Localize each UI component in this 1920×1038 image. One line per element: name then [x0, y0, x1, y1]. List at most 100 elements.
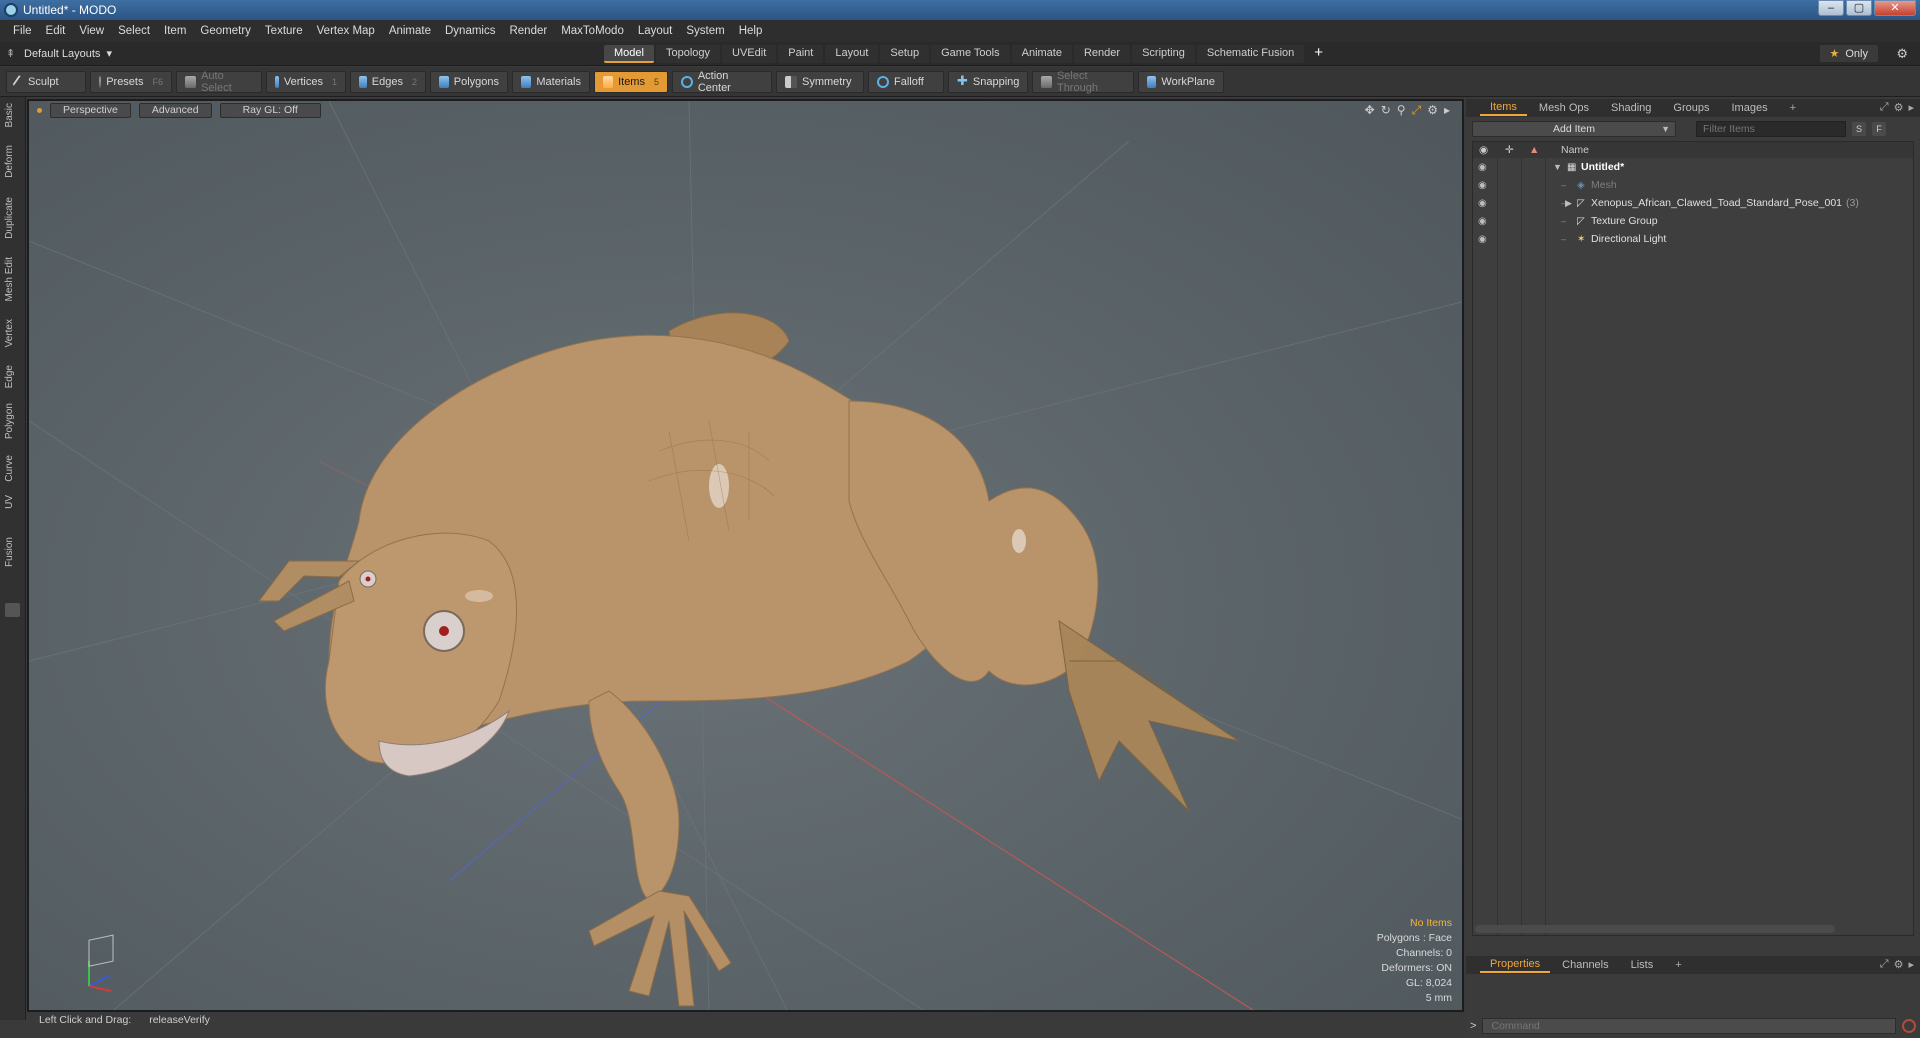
visibility-header-icon[interactable]: ◉: [1479, 144, 1488, 156]
tree-row-mesh[interactable]: ◉ – ◈ Mesh: [1473, 176, 1913, 194]
menu-file[interactable]: File: [6, 25, 39, 37]
tab-setup[interactable]: Setup: [880, 45, 930, 63]
tree-row-directional-light[interactable]: ◉ – ✶ Directional Light: [1473, 230, 1913, 248]
menu-layout[interactable]: Layout: [631, 25, 680, 37]
workplane-button[interactable]: WorkPlane: [1138, 70, 1224, 93]
palette-tab-deform[interactable]: Deform: [4, 145, 15, 178]
viewport-scene[interactable]: [29, 101, 1464, 1012]
palette-tab-edge[interactable]: Edge: [4, 365, 15, 388]
tab-channels[interactable]: Channels: [1552, 958, 1618, 972]
palette-tab-mesh-edit[interactable]: Mesh Edit: [4, 257, 15, 301]
tab-properties[interactable]: Properties: [1480, 957, 1551, 973]
3d-viewport[interactable]: Perspective Advanced Ray GL: Off ✥ ↻ ⚲ ⤢…: [27, 99, 1464, 1012]
palette-tab-polygon[interactable]: Polygon: [4, 403, 15, 439]
auto-select-button[interactable]: Auto Select: [176, 70, 262, 94]
raygl-button[interactable]: Ray GL: Off: [219, 102, 321, 118]
expand-arrow-icon[interactable]: ▶: [1565, 198, 1572, 209]
tree-row-texture-group[interactable]: ◉ – ◸ Texture Group: [1473, 212, 1913, 230]
tab-images[interactable]: Images: [1722, 101, 1778, 115]
gear-icon[interactable]: ⚙: [1896, 46, 1908, 62]
viewport-menu-dot[interactable]: [37, 107, 42, 113]
close-button[interactable]: ✕: [1874, 0, 1916, 16]
tree-row-untitled[interactable]: ◉ ▼ ▦ Untitled*: [1473, 158, 1913, 176]
view-type-dropdown[interactable]: Perspective: [50, 102, 131, 118]
expand-icon[interactable]: ⤢: [1880, 958, 1889, 971]
tree-row-xenopus[interactable]: ◉ – ▶ ◸ Xenopus_African_Clawed_Toad_Stan…: [1473, 194, 1913, 212]
palette-tab-duplicate[interactable]: Duplicate: [4, 197, 15, 239]
rotate-icon[interactable]: ↻: [1381, 103, 1391, 118]
add-tab-button[interactable]: +: [1306, 45, 1331, 63]
symmetry-button[interactable]: Symmetry: [776, 70, 864, 93]
select-through-button[interactable]: Select Through: [1032, 70, 1134, 94]
tab-uvedit[interactable]: UVEdit: [722, 45, 777, 63]
minimize-button[interactable]: –: [1818, 0, 1844, 16]
name-column-header[interactable]: Name: [1561, 144, 1589, 156]
pan-icon[interactable]: ✥: [1365, 103, 1375, 118]
viewport-gear-icon[interactable]: ⚙: [1427, 103, 1438, 118]
command-input[interactable]: [1482, 1018, 1896, 1034]
lock-header-icon[interactable]: ✛: [1505, 144, 1514, 156]
palette-tab-basic[interactable]: Basic: [4, 103, 15, 127]
vertices-button[interactable]: Vertices 1: [266, 70, 346, 93]
tab-lists[interactable]: Lists: [1621, 958, 1664, 972]
panel-arrow-icon[interactable]: ▸: [1908, 958, 1914, 971]
tab-mesh-ops[interactable]: Mesh Ops: [1529, 101, 1599, 115]
panel-arrow-icon[interactable]: ▸: [1908, 101, 1914, 114]
tab-model[interactable]: Model: [604, 45, 654, 63]
menu-render[interactable]: Render: [502, 25, 554, 37]
tab-shading[interactable]: Shading: [1601, 101, 1661, 115]
menu-geometry[interactable]: Geometry: [193, 25, 258, 37]
expand-arrow-icon[interactable]: ▼: [1553, 162, 1562, 172]
visibility-eye-icon[interactable]: ◉: [1478, 234, 1487, 245]
menu-item[interactable]: Item: [157, 25, 193, 37]
tab-topology[interactable]: Topology: [655, 45, 721, 63]
menu-help[interactable]: Help: [732, 25, 770, 37]
tab-schematic-fusion[interactable]: Schematic Fusion: [1196, 45, 1305, 63]
tab-render[interactable]: Render: [1073, 45, 1131, 63]
add-item-button[interactable]: Add Item ▼: [1472, 121, 1676, 137]
viewport-expand-icon[interactable]: ▸: [1444, 103, 1450, 118]
tab-items[interactable]: Items: [1480, 100, 1527, 116]
snapping-button[interactable]: ✚ Snapping: [948, 70, 1028, 93]
maximize-button[interactable]: ▢: [1846, 0, 1872, 16]
polygons-button[interactable]: Polygons: [430, 70, 508, 93]
tab-paint[interactable]: Paint: [778, 45, 824, 63]
falloff-button[interactable]: Falloff: [868, 70, 944, 93]
only-button[interactable]: ★ Only: [1819, 45, 1878, 62]
palette-tab-fusion[interactable]: Fusion: [4, 537, 15, 567]
toad-model[interactable]: [258, 312, 1240, 1007]
palette-toggle-button[interactable]: [5, 603, 20, 617]
palette-tab-uv[interactable]: UV: [4, 495, 15, 509]
horizontal-scrollbar[interactable]: [1475, 925, 1835, 933]
materials-button[interactable]: Materials: [512, 70, 590, 93]
presets-button[interactable]: Presets F6: [90, 70, 172, 93]
s-button[interactable]: S: [1852, 122, 1866, 136]
tab-layout[interactable]: Layout: [825, 45, 879, 63]
sculpt-button[interactable]: Sculpt: [6, 70, 86, 93]
menu-select[interactable]: Select: [111, 25, 157, 37]
panel-gear-icon[interactable]: ⚙: [1894, 101, 1904, 114]
visibility-eye-icon[interactable]: ◉: [1478, 216, 1487, 227]
add-panel-tab-button[interactable]: +: [1780, 101, 1806, 115]
items-button[interactable]: Items 5: [594, 70, 668, 93]
tab-game-tools[interactable]: Game Tools: [931, 45, 1010, 63]
menu-vertex-map[interactable]: Vertex Map: [310, 25, 382, 37]
render-header-icon[interactable]: ▲: [1529, 144, 1539, 156]
filter-items-input[interactable]: [1696, 121, 1846, 137]
visibility-eye-icon[interactable]: ◉: [1478, 180, 1487, 191]
add-properties-tab-button[interactable]: +: [1665, 958, 1691, 972]
panel-gear-icon[interactable]: ⚙: [1894, 958, 1904, 971]
palette-tab-vertex[interactable]: Vertex: [4, 319, 15, 347]
action-center-button[interactable]: Action Center: [672, 70, 772, 94]
visibility-eye-icon[interactable]: ◉: [1478, 198, 1487, 209]
menu-view[interactable]: View: [72, 25, 111, 37]
palette-tab-curve[interactable]: Curve: [4, 455, 15, 482]
menu-texture[interactable]: Texture: [258, 25, 310, 37]
tab-groups[interactable]: Groups: [1663, 101, 1719, 115]
search-icon[interactable]: ⚲: [1397, 103, 1406, 118]
record-macro-icon[interactable]: [1902, 1019, 1916, 1033]
edges-button[interactable]: Edges 2: [350, 70, 426, 93]
menu-edit[interactable]: Edit: [39, 25, 73, 37]
menu-system[interactable]: System: [679, 25, 731, 37]
menu-maxtomodo[interactable]: MaxToModo: [554, 25, 631, 37]
